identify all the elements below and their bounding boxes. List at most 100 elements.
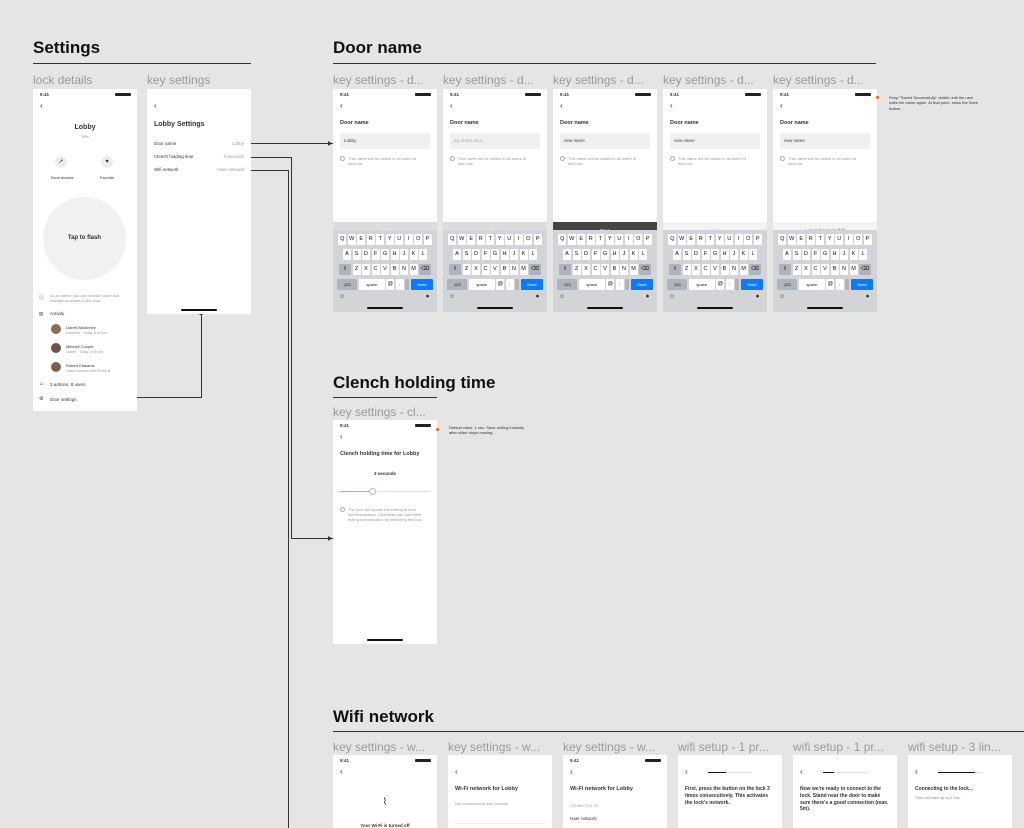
key[interactable]: P xyxy=(753,234,762,245)
key[interactable]: X xyxy=(582,264,590,275)
key[interactable]: Q xyxy=(778,234,787,245)
key[interactable]: A xyxy=(563,249,571,260)
key[interactable]: F xyxy=(701,249,710,260)
at-key[interactable]: @ xyxy=(496,279,505,290)
key[interactable]: H xyxy=(720,249,729,260)
numbers-key[interactable]: 123 xyxy=(557,279,578,290)
key[interactable]: Z xyxy=(792,264,801,275)
setting-row-door-name[interactable]: Door name Lobby xyxy=(154,141,244,146)
shift-icon[interactable]: ⇧ xyxy=(339,264,351,275)
key[interactable]: D xyxy=(472,249,480,260)
slider-track[interactable] xyxy=(340,488,430,495)
key[interactable]: F xyxy=(811,249,820,260)
key[interactable]: N xyxy=(400,264,408,275)
key[interactable]: R xyxy=(366,234,375,245)
key[interactable]: U xyxy=(505,234,514,245)
key[interactable]: I xyxy=(514,234,523,245)
key[interactable]: A xyxy=(343,249,351,260)
key[interactable]: M xyxy=(739,264,748,275)
key[interactable]: Y xyxy=(605,234,614,245)
dot-key[interactable]: . xyxy=(615,279,624,290)
key[interactable]: A xyxy=(673,249,681,260)
backspace-icon[interactable]: ⌫ xyxy=(419,264,431,275)
key[interactable]: S xyxy=(462,249,471,260)
backspace-icon[interactable]: ⌫ xyxy=(639,264,651,275)
at-key[interactable]: @ xyxy=(386,279,395,290)
key[interactable]: P xyxy=(423,234,432,245)
key[interactable]: A xyxy=(783,249,791,260)
key[interactable]: P xyxy=(533,234,542,245)
setting-row-clench[interactable]: Clench holding time 3 seconds xyxy=(154,154,244,159)
key[interactable]: Y xyxy=(385,234,394,245)
key[interactable]: W xyxy=(677,234,686,245)
key[interactable]: J xyxy=(730,249,738,260)
mic-icon[interactable]: ⏺ xyxy=(756,294,759,301)
activity-label[interactable]: Activity xyxy=(50,311,64,316)
send-key[interactable]: Send xyxy=(520,279,543,290)
key[interactable]: G xyxy=(491,249,499,260)
key[interactable]: E xyxy=(577,234,586,245)
key[interactable]: A xyxy=(453,249,461,260)
emoji-icon[interactable]: ☺ xyxy=(779,294,785,300)
key[interactable]: I xyxy=(624,234,633,245)
dot-key[interactable]: . xyxy=(505,279,514,290)
numbers-key[interactable]: 123 xyxy=(447,279,468,290)
back-chevron-icon[interactable]: ‹ xyxy=(40,101,43,110)
back-chevron-icon[interactable]: ‹ xyxy=(340,432,343,441)
key[interactable]: S xyxy=(352,249,361,260)
key[interactable]: O xyxy=(524,234,533,245)
door-name-input[interactable]: eg. Entry door... xyxy=(450,133,540,149)
admins-count[interactable]: 3 admins, 8 users xyxy=(50,382,86,387)
key[interactable]: Q xyxy=(338,234,347,245)
key[interactable]: C xyxy=(811,264,820,275)
key[interactable]: Y xyxy=(715,234,724,245)
key[interactable]: B xyxy=(500,264,509,275)
key[interactable]: U xyxy=(725,234,734,245)
key[interactable]: B xyxy=(720,264,729,275)
key[interactable]: X xyxy=(802,264,810,275)
key[interactable]: K xyxy=(519,249,528,260)
space-key[interactable]: space xyxy=(578,279,605,290)
back-chevron-icon[interactable]: ‹ xyxy=(800,767,803,776)
send-key[interactable]: Send xyxy=(410,279,433,290)
space-key[interactable]: space xyxy=(798,279,825,290)
door-name-input[interactable]: new name xyxy=(780,133,870,149)
key[interactable]: X xyxy=(362,264,370,275)
key[interactable]: K xyxy=(409,249,418,260)
key[interactable]: N xyxy=(840,264,848,275)
mic-icon[interactable]: ⏺ xyxy=(426,294,429,301)
key[interactable]: Z xyxy=(462,264,471,275)
key[interactable]: L xyxy=(639,249,647,260)
backspace-icon[interactable]: ⌫ xyxy=(529,264,541,275)
back-chevron-icon[interactable]: ‹ xyxy=(340,101,343,110)
key[interactable]: R xyxy=(586,234,595,245)
emoji-icon[interactable]: ☺ xyxy=(559,294,565,300)
key[interactable]: N xyxy=(510,264,518,275)
key[interactable]: G xyxy=(821,249,829,260)
key[interactable]: T xyxy=(376,234,385,245)
key[interactable]: O xyxy=(854,234,863,245)
back-chevron-icon[interactable]: ‹ xyxy=(780,101,783,110)
shift-icon[interactable]: ⇧ xyxy=(779,264,791,275)
key[interactable]: F xyxy=(591,249,600,260)
back-chevron-icon[interactable]: ‹ xyxy=(154,101,157,110)
key[interactable]: Z xyxy=(572,264,581,275)
space-key[interactable]: space xyxy=(468,279,495,290)
key[interactable]: O xyxy=(744,234,753,245)
key[interactable]: Q xyxy=(558,234,567,245)
key[interactable]: Z xyxy=(352,264,361,275)
key[interactable]: C xyxy=(591,264,600,275)
send-key[interactable]: Send xyxy=(630,279,653,290)
key[interactable]: S xyxy=(572,249,581,260)
key[interactable]: T xyxy=(816,234,825,245)
key[interactable]: T xyxy=(706,234,715,245)
key[interactable]: E xyxy=(357,234,366,245)
key[interactable]: F xyxy=(481,249,490,260)
key[interactable]: L xyxy=(529,249,537,260)
key[interactable]: V xyxy=(491,264,499,275)
key[interactable]: R xyxy=(806,234,815,245)
door-name-input[interactable]: new name xyxy=(560,133,650,149)
key[interactable]: K xyxy=(629,249,638,260)
key[interactable]: U xyxy=(615,234,624,245)
key[interactable]: R xyxy=(476,234,485,245)
